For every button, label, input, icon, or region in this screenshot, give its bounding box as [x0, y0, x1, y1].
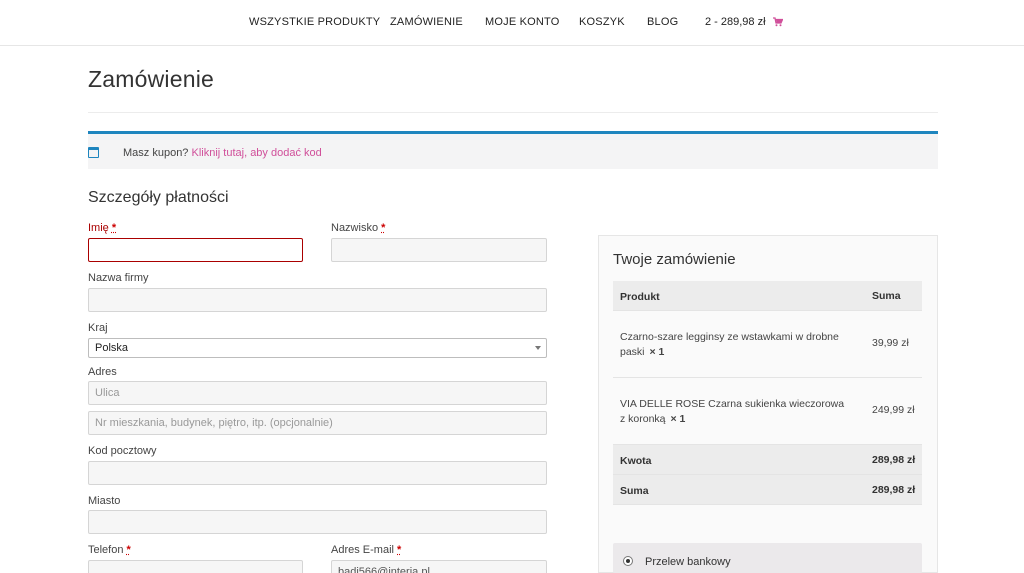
first-name-field[interactable] — [88, 238, 303, 262]
order-item-name: Czarno-szare legginsy ze wstawkami w dro… — [620, 330, 850, 360]
payment-method-bank-transfer[interactable]: Przelew bankowy — [613, 543, 922, 573]
order-item-price: 39,99 zł — [872, 337, 909, 349]
country-label: Kraj — [88, 322, 108, 334]
total-label: Suma — [620, 485, 649, 497]
email-label: Adres E-mail * — [331, 544, 401, 556]
last-name-field[interactable] — [331, 238, 547, 262]
order-item-row: VIA DELLE ROSE Czarna sukienka wieczorow… — [613, 378, 922, 445]
nav-item-blog[interactable]: BLOG — [647, 16, 678, 28]
city-label: Miasto — [88, 495, 121, 507]
company-field[interactable] — [88, 288, 547, 312]
country-select-value: Polska — [95, 342, 129, 354]
last-name-label-text: Nazwisko — [331, 222, 379, 234]
postcode-field[interactable] — [88, 461, 547, 485]
payment-label: Przelew bankowy — [645, 556, 731, 568]
phone-field[interactable] — [88, 560, 303, 573]
first-name-label-text: Imię — [88, 222, 109, 234]
required-mark: * — [381, 222, 386, 234]
total-row: Suma 289,98 zł — [613, 475, 922, 505]
nav-item-my-account[interactable]: MOJE KONTO — [485, 16, 560, 28]
header-product: Produkt — [620, 291, 660, 303]
nav-item-all-products[interactable]: WSZYSTKIE PRODUKTY — [249, 16, 380, 28]
email-label-text: Adres E-mail — [331, 544, 394, 556]
nav-item-order[interactable]: ZAMÓWIENIE — [390, 16, 463, 28]
order-item-qty: × 1 — [649, 346, 665, 358]
top-navigation: WSZYSTKIE PRODUKTY ZAMÓWIENIE MOJE KONTO… — [0, 0, 1024, 46]
city-field[interactable] — [88, 510, 547, 534]
coupon-link[interactable]: Kliknij tutaj, aby dodać kod — [192, 147, 322, 159]
chevron-down-icon — [535, 346, 541, 350]
cart-summary-link[interactable]: 2 - 289,98 zł — [705, 16, 783, 28]
order-item-name: VIA DELLE ROSE Czarna sukienka wieczorow… — [620, 397, 850, 427]
subtotal-value: 289,98 zł — [872, 454, 916, 466]
order-review-title: Twoje zamówienie — [613, 251, 736, 268]
payment-radio[interactable] — [623, 556, 633, 566]
required-mark: * — [397, 544, 402, 556]
last-name-label: Nazwisko * — [331, 222, 385, 234]
postcode-label: Kod pocztowy — [88, 445, 157, 457]
country-select[interactable]: Polska — [88, 338, 547, 358]
order-table: Produkt Suma Czarno-szare legginsy ze ws… — [613, 281, 922, 505]
header-total: Suma — [872, 290, 901, 302]
order-item-qty: × 1 — [670, 413, 686, 425]
calendar-icon — [88, 147, 99, 158]
billing-section-title: Szczegóły płatności — [88, 189, 229, 206]
cart-summary-text: 2 - 289,98 zł — [705, 16, 766, 28]
coupon-prefix: Masz kupon? — [123, 147, 189, 159]
subtotal-label: Kwota — [620, 455, 652, 467]
phone-label-text: Telefon — [88, 544, 124, 556]
required-mark: * — [126, 544, 131, 556]
apartment-field[interactable]: Nr mieszkania, budynek, piętro, itp. (op… — [88, 411, 547, 435]
title-divider — [88, 112, 938, 113]
coupon-text: Masz kupon? Kliknij tutaj, aby dodać kod — [123, 147, 322, 159]
email-field[interactable]: badi566@interia.pl — [331, 560, 547, 573]
coupon-notice: Masz kupon? Kliknij tutaj, aby dodać kod — [88, 131, 938, 169]
company-label: Nazwa firmy — [88, 272, 149, 284]
shopping-cart-icon — [772, 17, 783, 27]
first-name-label: Imię * — [88, 222, 116, 234]
page-title: Zamówienie — [88, 66, 214, 92]
order-item-price: 249,99 zł — [872, 404, 915, 416]
subtotal-row: Kwota 289,98 zł — [613, 445, 922, 475]
nav-item-cart[interactable]: KOSZYK — [579, 16, 625, 28]
required-mark: * — [111, 222, 117, 234]
total-value: 289,98 zł — [872, 484, 916, 496]
street-field[interactable]: Ulica — [88, 381, 547, 405]
order-item-title: VIA DELLE ROSE Czarna sukienka wieczorow… — [620, 398, 845, 425]
order-table-header: Produkt Suma — [613, 281, 922, 311]
order-item-row: Czarno-szare legginsy ze wstawkami w dro… — [613, 311, 922, 378]
address-label: Adres — [88, 366, 117, 378]
phone-label: Telefon * — [88, 544, 131, 556]
